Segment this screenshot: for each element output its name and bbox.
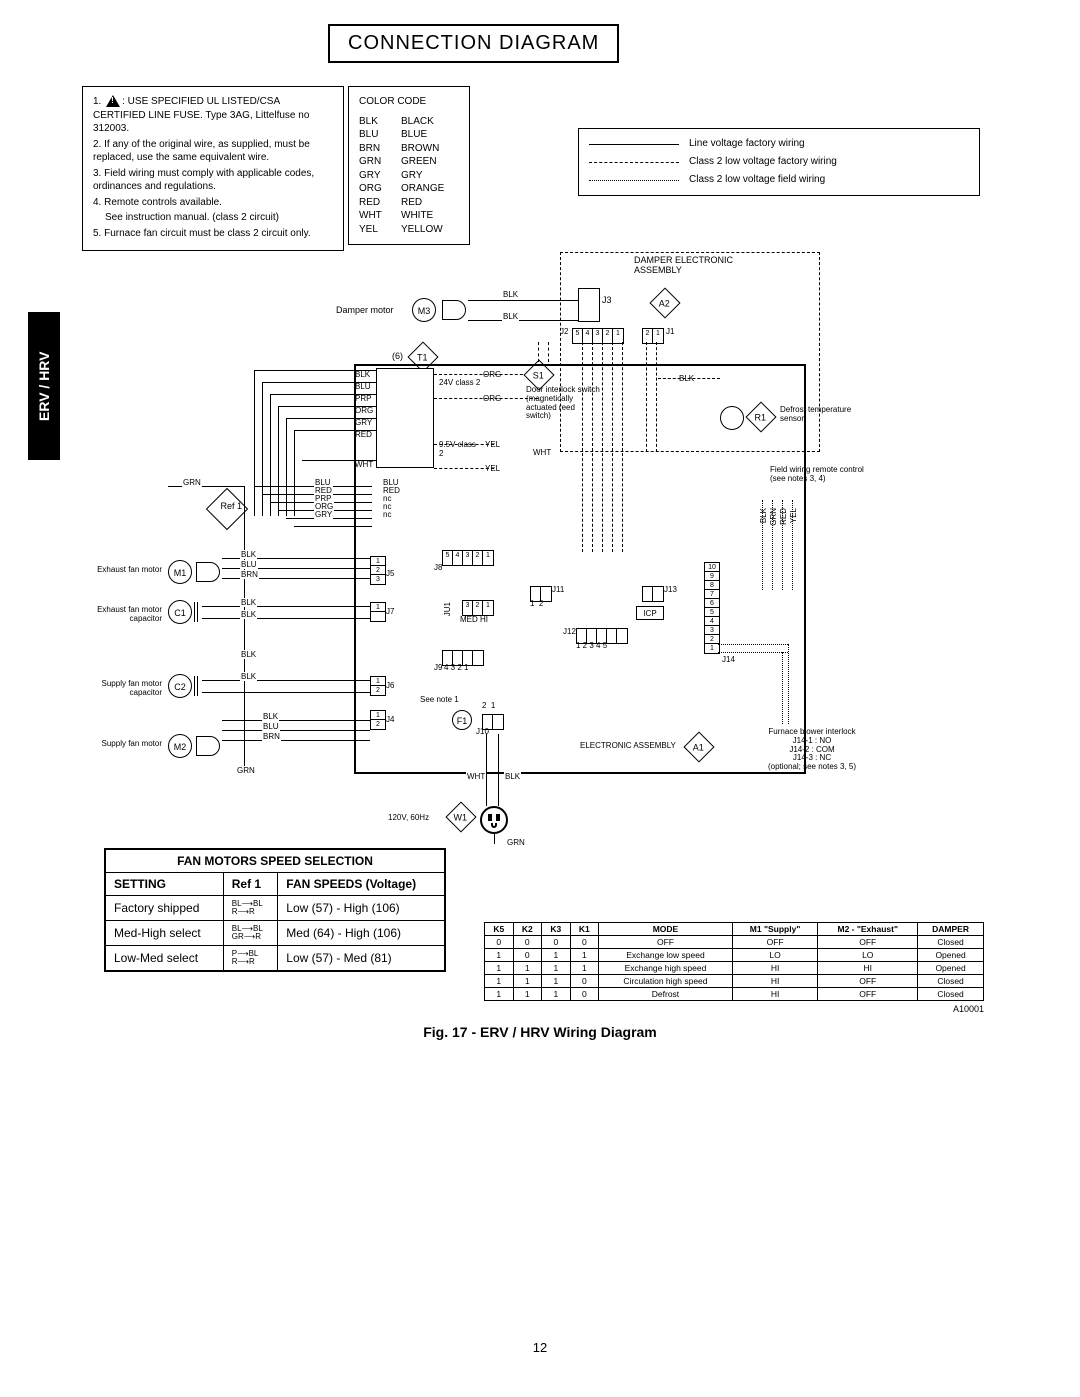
icp-chip: ICP xyxy=(636,606,664,620)
figure-caption: Fig. 17 - ERV / HRV Wiring Diagram xyxy=(0,1024,1080,1040)
fan-h-ref: Ref 1 xyxy=(223,873,278,896)
mode-header: K2 xyxy=(513,923,542,936)
wiring-diagram: DAMPER ELECTRONIC ASSEMBLY Damper motor … xyxy=(82,250,980,830)
blower-interlock-label: Furnace blower interlock J14-1 : NO J14-… xyxy=(742,728,882,772)
table-row: 1111Exchange high speedHIHIOpened xyxy=(485,962,984,975)
mode-header: K3 xyxy=(542,923,571,936)
fan-speed-table: FAN MOTORS SPEED SELECTION SETTING Ref 1… xyxy=(104,848,446,972)
table-row: 1110Circulation high speedHIOFFClosed xyxy=(485,975,984,988)
c1-cap: C1 xyxy=(168,600,192,624)
warning-icon xyxy=(106,95,120,107)
exhaust-fan-motor-label: Exhaust fan motor xyxy=(82,566,162,575)
legend-class2-field: Class 2 low voltage field wiring xyxy=(689,173,825,187)
note-4b: See instruction manual. (class 2 circuit… xyxy=(93,211,333,225)
page-number: 12 xyxy=(0,1340,1080,1355)
wire-blk: BLK xyxy=(502,290,519,299)
legend-line-voltage: Line voltage factory wiring xyxy=(689,137,805,151)
fan-h-speeds: FAN SPEEDS (Voltage) xyxy=(278,873,445,896)
note-4: 4. Remote controls available. xyxy=(93,196,333,210)
mode-header: M2 - "Exhaust" xyxy=(818,923,918,936)
table-row: 1110DefrostHIOFFClosed xyxy=(485,988,984,1001)
j2-label: J2 xyxy=(560,328,568,337)
power-plug-icon xyxy=(480,806,508,834)
note-1: 1. : USE SPECIFIED UL LISTED/CSA CERTIFI… xyxy=(93,95,333,136)
m1-motor: M1 xyxy=(168,560,192,584)
color-row: BLUBLUE xyxy=(359,128,459,142)
color-row: ORGORANGE xyxy=(359,182,459,196)
w1-plug: W1 xyxy=(445,801,476,832)
supply-cap-label: Supply fan motor capacitor xyxy=(82,680,162,698)
med-hi-label: MED HI xyxy=(460,616,488,625)
see-note-1: See note 1 xyxy=(420,696,459,705)
mode-header: MODE xyxy=(599,923,733,936)
table-row: Low-Med selectP⟶BLR⟶RLow (57) - Med (81) xyxy=(105,946,445,972)
drawing-code: A10001 xyxy=(953,1004,984,1014)
electronic-assembly-label: ELECTRONIC ASSEMBLY xyxy=(580,742,676,751)
fan-h-setting: SETTING xyxy=(105,873,223,896)
j1-label: J1 xyxy=(666,328,674,337)
note-3: 3. Field wiring must comply with applica… xyxy=(93,167,333,194)
legend-class2-factory: Class 2 low voltage factory wiring xyxy=(689,155,837,169)
page-title: CONNECTION DIAGRAM xyxy=(328,24,619,63)
m2-motor: M2 xyxy=(168,734,192,758)
table-row: Factory shippedBL⟶BLR⟶RLow (57) - High (… xyxy=(105,896,445,921)
power-label: 120V, 60Hz xyxy=(388,814,429,823)
m3-motor: M3 xyxy=(412,298,436,322)
supply-fan-motor-label: Supply fan motor xyxy=(82,740,162,749)
color-code-box: COLOR CODE BLKBLACKBLUBLUEBRNBROWNGRNGRE… xyxy=(348,86,470,245)
table-row: 0000OFFOFFOFFClosed xyxy=(485,936,984,949)
damper-motor-label: Damper motor xyxy=(336,306,394,316)
table-row: 1011Exchange low speedLOLOOpened xyxy=(485,949,984,962)
c2-cap: C2 xyxy=(168,674,192,698)
color-row: YELYELLOW xyxy=(359,223,459,237)
mode-header: K1 xyxy=(570,923,599,936)
table-row: Med-High selectBL⟶BLGR⟶RMed (64) - High … xyxy=(105,921,445,946)
note-2: 2. If any of the original wire, as suppl… xyxy=(93,138,333,165)
color-row: GRNGREEN xyxy=(359,155,459,169)
mode-table: K5K2K3K1MODEM1 "Supply"M2 - "Exhaust"DAM… xyxy=(484,922,984,1001)
color-row: WHTWHITE xyxy=(359,209,459,223)
exhaust-cap-label: Exhaust fan motor capacitor xyxy=(82,606,162,624)
damper-assembly-label: DAMPER ELECTRONIC ASSEMBLY xyxy=(634,256,754,276)
fan-table-title: FAN MOTORS SPEED SELECTION xyxy=(105,849,445,873)
legend-box: Line voltage factory wiring Class 2 low … xyxy=(578,128,980,196)
f1-fuse: F1 xyxy=(452,710,472,730)
color-row: BLKBLACK xyxy=(359,115,459,129)
color-row: REDRED xyxy=(359,196,459,210)
notes-box: 1. : USE SPECIFIED UL LISTED/CSA CERTIFI… xyxy=(82,86,344,251)
electronic-assembly-board xyxy=(354,364,806,774)
j3-label: J3 xyxy=(602,296,612,306)
mode-header: M1 "Supply" xyxy=(732,923,818,936)
note-5: 5. Furnace fan circuit must be class 2 c… xyxy=(93,227,333,241)
mode-header: K5 xyxy=(485,923,514,936)
mode-header: DAMPER xyxy=(918,923,984,936)
ref1: Ref 1 xyxy=(206,488,248,530)
t1-note: (6) xyxy=(392,352,403,362)
wire-blk: BLK xyxy=(502,312,519,321)
color-row: BRNBROWN xyxy=(359,142,459,156)
side-tab: ERV / HRV xyxy=(28,312,60,460)
color-row: GRYGRY xyxy=(359,169,459,183)
color-code-title: COLOR CODE xyxy=(359,95,459,109)
